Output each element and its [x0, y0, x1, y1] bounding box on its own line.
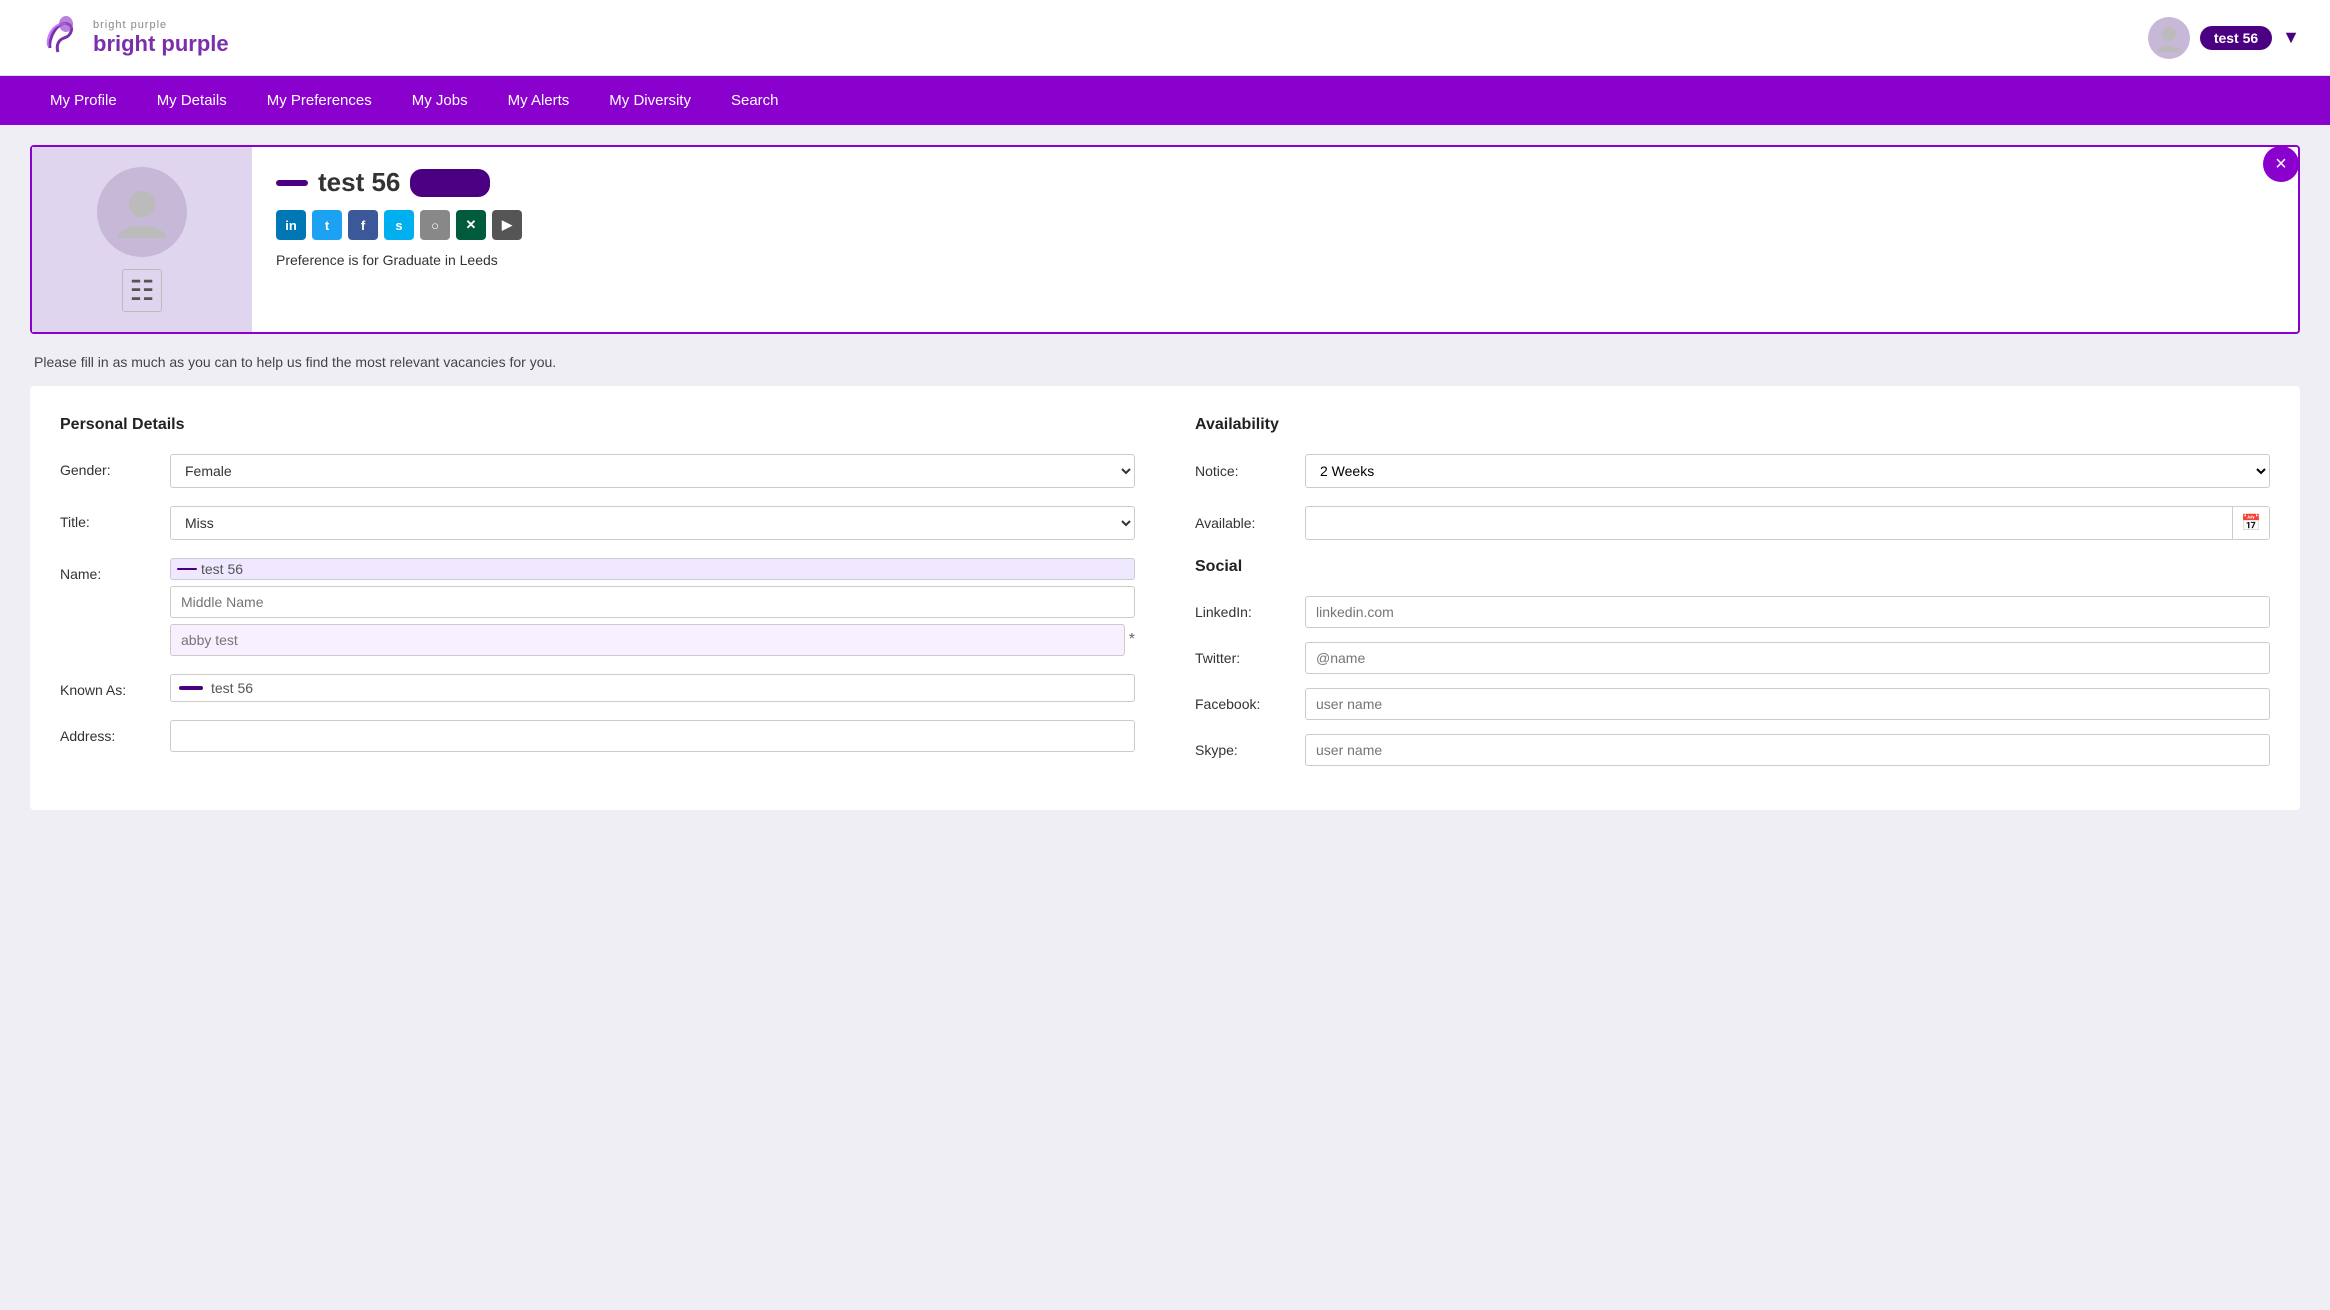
social-icons-bar: in t f s ○ ✕ ▶	[276, 210, 2274, 240]
facebook-label: Facebook:	[1195, 696, 1295, 712]
facebook-row: Facebook:	[1195, 688, 2270, 720]
nav-search[interactable]: Search	[711, 76, 799, 125]
nav-my-preferences[interactable]: My Preferences	[247, 76, 392, 125]
address-label: Address:	[60, 720, 160, 744]
twitter-input[interactable]	[1305, 642, 2270, 674]
address-row: Address:	[60, 720, 1135, 752]
address-control	[170, 720, 1135, 752]
skype-social-btn[interactable]: s	[384, 210, 414, 240]
header: bright purple bright purple test 56 ▼	[0, 0, 2330, 76]
profile-name-redacted	[276, 180, 308, 186]
profile-avatar-icon	[112, 182, 172, 242]
available-input-wrap: 📅	[1305, 506, 2270, 540]
title-control: Miss Mr Mrs Ms Dr Prof	[170, 506, 1135, 540]
profile-name: test 56	[276, 167, 2274, 198]
social-section: Social LinkedIn: Twitter: Facebook: Skyp…	[1195, 558, 2270, 766]
nav-my-diversity[interactable]: My Diversity	[589, 76, 711, 125]
gender-select[interactable]: Female Male Other Prefer not to say	[170, 454, 1135, 488]
profile-info: test 56 in t f s ○ ✕ ▶ Preference is for…	[252, 147, 2298, 332]
first-name-field[interactable]: test 56	[170, 558, 1135, 580]
notice-row: Notice: 2 Weeks 1 Month 3 Months Immedia…	[1195, 454, 2270, 488]
nav-my-alerts[interactable]: My Alerts	[488, 76, 590, 125]
linkedin-label: LinkedIn:	[1195, 604, 1295, 620]
logo-text: bright purple bright purple	[93, 19, 229, 57]
profile-avatar[interactable]	[97, 167, 187, 257]
skype-input[interactable]	[1305, 734, 2270, 766]
availability-section: Availability Notice: 2 Weeks 1 Month 3 M…	[1195, 416, 2270, 540]
logo-icon	[30, 10, 85, 65]
user-avatar-icon	[2153, 22, 2185, 54]
title-label: Title:	[60, 506, 160, 530]
skype-row: Skype:	[1195, 734, 2270, 766]
profile-name-text: test 56	[318, 167, 400, 198]
logo-area: bright purple bright purple	[30, 10, 229, 65]
known-as-label: Known As:	[60, 674, 160, 698]
first-name-value: test 56	[201, 561, 243, 577]
name-row: Name: test 56 *	[60, 558, 1135, 656]
available-input[interactable]	[1306, 508, 2232, 538]
linkedin-input[interactable]	[1305, 596, 2270, 628]
profile-photo-area: ☷	[32, 147, 252, 332]
linkedin-social-btn[interactable]: in	[276, 210, 306, 240]
last-name-asterisk: *	[1129, 631, 1135, 649]
profile-surname-redacted	[410, 169, 490, 197]
name-control: test 56 *	[170, 558, 1135, 656]
twitter-row: Twitter:	[1195, 642, 2270, 674]
first-name-badge	[177, 568, 197, 570]
page-content: ☷ test 56 in t f s ○ ✕ ▶ Preference is f…	[0, 125, 2330, 830]
facebook-social-btn[interactable]: f	[348, 210, 378, 240]
last-name-wrap: *	[170, 624, 1135, 656]
last-name-input[interactable]	[170, 624, 1125, 656]
nav-my-jobs[interactable]: My Jobs	[392, 76, 488, 125]
known-as-field[interactable]: test 56	[170, 674, 1135, 702]
right-column: Availability Notice: 2 Weeks 1 Month 3 M…	[1195, 416, 2270, 780]
profile-preference: Preference is for Graduate in Leeds	[276, 252, 2274, 268]
xing-social-btn[interactable]: ✕	[456, 210, 486, 240]
gender-control: Female Male Other Prefer not to say	[170, 454, 1135, 488]
available-label: Available:	[1195, 515, 1295, 531]
name-label: Name:	[60, 558, 160, 582]
linkedin-row: LinkedIn:	[1195, 596, 2270, 628]
availability-title: Availability	[1195, 416, 2270, 434]
calendar-button[interactable]: 📅	[2232, 507, 2269, 539]
twitter-label: Twitter:	[1195, 650, 1295, 666]
form-card: Personal Details Gender: Female Male Oth…	[30, 386, 2300, 810]
address-input[interactable]	[170, 720, 1135, 752]
profile-card: ☷ test 56 in t f s ○ ✕ ▶ Preference is f…	[30, 145, 2300, 334]
available-row: Available: 📅	[1195, 506, 2270, 540]
gender-label: Gender:	[60, 454, 160, 478]
nav-my-profile[interactable]: My Profile	[30, 76, 137, 125]
title-select[interactable]: Miss Mr Mrs Ms Dr Prof	[170, 506, 1135, 540]
known-as-badge	[179, 686, 203, 690]
title-row: Title: Miss Mr Mrs Ms Dr Prof	[60, 506, 1135, 540]
other-social-btn1[interactable]: ○	[420, 210, 450, 240]
known-as-value: test 56	[211, 680, 253, 696]
close-button[interactable]: ×	[2263, 146, 2299, 182]
known-as-row: Known As: test 56	[60, 674, 1135, 702]
avatar	[2148, 17, 2190, 59]
dropdown-arrow-icon[interactable]: ▼	[2282, 27, 2300, 48]
twitter-social-btn[interactable]: t	[312, 210, 342, 240]
personal-details-title: Personal Details	[60, 416, 1135, 434]
personal-details-section: Personal Details Gender: Female Male Oth…	[60, 416, 1135, 780]
notice-label: Notice:	[1195, 463, 1295, 479]
facebook-input[interactable]	[1305, 688, 2270, 720]
user-name-badge: test 56	[2200, 26, 2272, 50]
cv-icon[interactable]: ☷	[122, 269, 161, 312]
gender-row: Gender: Female Male Other Prefer not to …	[60, 454, 1135, 488]
known-as-control: test 56	[170, 674, 1135, 702]
skype-label: Skype:	[1195, 742, 1295, 758]
nav: My Profile My Details My Preferences My …	[0, 76, 2330, 125]
notice-select[interactable]: 2 Weeks 1 Month 3 Months Immediately	[1305, 454, 2270, 488]
user-area[interactable]: test 56 ▼	[2148, 17, 2300, 59]
video-social-btn[interactable]: ▶	[492, 210, 522, 240]
helper-text: Please fill in as much as you can to hel…	[30, 354, 2300, 370]
nav-my-details[interactable]: My Details	[137, 76, 247, 125]
social-title: Social	[1195, 558, 2270, 576]
middle-name-input[interactable]	[170, 586, 1135, 618]
